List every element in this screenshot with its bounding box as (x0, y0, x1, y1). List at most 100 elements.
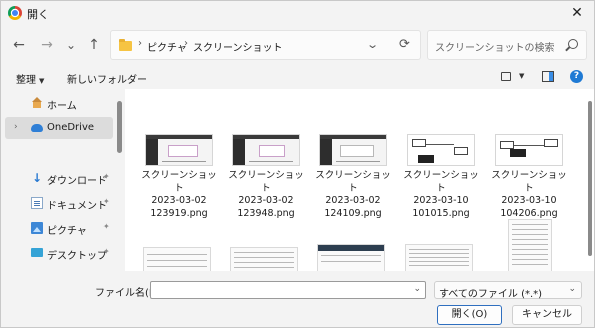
file-item[interactable]: スクリーンショット 2023-03-02 123948.png (226, 134, 306, 220)
file-name-line: スクリーンショット (403, 170, 479, 194)
file-name: スクリーンショット 2023-03-02 124109.png (313, 170, 393, 220)
file-item[interactable]: スクリーンショット 2023-03-10 101015.png (401, 134, 481, 220)
pictures-icon (31, 222, 43, 234)
back-button[interactable]: ← (10, 36, 28, 54)
file-name-line: スクリーンショット (228, 170, 304, 194)
file-thumbnail (407, 134, 475, 166)
dialog-footer: ファイル名(N): ⌄ すべてのファイル (*.*) ⌄ 開く(O) キャンセル (1, 271, 594, 327)
sidebar-item-label: OneDrive (47, 122, 95, 133)
sidebar-item-label: デスクトップ (47, 251, 107, 262)
sidebar-item-onedrive[interactable]: › OneDrive (5, 117, 113, 139)
command-bar: 整理 ▼ 新しいフォルダー ▼ ? (1, 65, 594, 89)
breadcrumb-pictures[interactable]: ピクチャ (147, 39, 187, 54)
pin-icon: ✦ (103, 197, 110, 206)
open-button[interactable]: 開く(O) (437, 305, 502, 325)
organize-button[interactable]: 整理 ▼ (16, 71, 44, 86)
close-button[interactable]: ✕ (568, 4, 586, 22)
file-thumbnail (145, 134, 213, 166)
sidebar-item-label: ダウンロード (47, 176, 107, 187)
file-name-line: 2023-03-02 (325, 195, 381, 206)
open-file-dialog: 開く ✕ ← → ⌄ ↑ › ピクチャ › スクリーンショット ⌄ ⟳ スクリー… (0, 0, 595, 328)
folder-icon (119, 39, 132, 51)
file-name-line: 2023-03-10 (413, 195, 469, 206)
file-thumbnail (319, 134, 387, 166)
sidebar-scrollbar[interactable] (117, 101, 122, 153)
documents-icon (31, 197, 43, 209)
breadcrumb-separator: › (184, 38, 188, 49)
cancel-button[interactable]: キャンセル (512, 305, 582, 325)
chevron-down-icon: ⌄ (568, 284, 576, 294)
pin-icon: ✦ (103, 247, 110, 256)
sidebar-item-downloads[interactable]: ↓ ダウンロード ✦ (5, 167, 113, 189)
search-input[interactable]: スクリーンショットの検索 (427, 30, 587, 60)
breadcrumb-separator: › (138, 38, 142, 49)
organize-label: 整理 (16, 75, 36, 86)
caret-down-icon: ▼ (39, 77, 45, 85)
file-name: スクリーンショット 2023-03-02 123948.png (226, 170, 306, 220)
file-thumbnail[interactable] (317, 244, 385, 271)
search-icon (568, 39, 578, 49)
caret-down-icon[interactable]: ▼ (519, 72, 524, 80)
search-placeholder: スクリーンショットの検索 (435, 43, 555, 54)
sidebar-item-label: ドキュメント (47, 201, 107, 212)
recent-locations-button[interactable]: ⌄ (62, 36, 80, 54)
chrome-icon (8, 6, 22, 20)
file-thumbnail (232, 134, 300, 166)
filetype-label: すべてのファイル (*.*) (439, 289, 543, 300)
file-name-line: 124109.png (324, 207, 382, 219)
onedrive-icon (31, 124, 43, 132)
view-options-icon[interactable] (501, 72, 511, 81)
pin-icon: ✦ (103, 172, 110, 181)
title-bar: 開く ✕ (1, 1, 594, 25)
pin-icon: ✦ (103, 222, 110, 231)
file-thumbnail[interactable] (405, 244, 473, 271)
file-name-line: 101015.png (412, 207, 470, 219)
forward-button[interactable]: → (38, 36, 56, 54)
sidebar-item-pictures[interactable]: ピクチャ ✦ (5, 217, 113, 239)
new-folder-button[interactable]: 新しいフォルダー (67, 71, 147, 86)
file-item[interactable]: スクリーンショット 2023-03-10 104206.png (489, 134, 569, 220)
file-name-line: スクリーンショット (491, 170, 567, 194)
sidebar-item-desktop[interactable]: デスクトップ ✦ (5, 242, 113, 264)
file-item[interactable]: スクリーンショット 2023-03-02 123919.png (139, 134, 219, 220)
file-thumbnail[interactable] (143, 247, 211, 271)
navigation-bar: ← → ⌄ ↑ › ピクチャ › スクリーンショット ⌄ ⟳ スクリーンショット… (1, 28, 594, 62)
file-item[interactable]: スクリーンショット 2023-03-02 124109.png (313, 134, 393, 220)
up-button[interactable]: ↑ (85, 36, 103, 54)
file-list-scrollbar[interactable] (588, 101, 592, 256)
desktop-icon (31, 248, 43, 257)
file-thumbnail (495, 134, 563, 166)
main-area: ホーム › OneDrive ↓ ダウンロード ✦ ドキュメント ✦ ピクチャ … (1, 89, 594, 271)
preview-pane-icon[interactable] (542, 71, 554, 82)
navigation-pane: ホーム › OneDrive ↓ ダウンロード ✦ ドキュメント ✦ ピクチャ … (1, 89, 125, 271)
sidebar-item-documents[interactable]: ドキュメント ✦ (5, 192, 113, 214)
window-title: 開く (27, 8, 49, 21)
sidebar-item-label: ピクチャ (47, 226, 87, 237)
file-name-line: スクリーンショット (141, 170, 217, 194)
sidebar-item-home[interactable]: ホーム (5, 92, 113, 114)
file-name: スクリーンショット 2023-03-10 104206.png (489, 170, 569, 220)
home-icon (31, 97, 43, 109)
file-name-line: 2023-03-02 (151, 195, 207, 206)
file-name-line: 2023-03-02 (238, 195, 294, 206)
filename-input[interactable]: ⌄ (150, 281, 426, 299)
breadcrumb-screenshots[interactable]: スクリーンショット (193, 39, 283, 54)
filetype-select[interactable]: すべてのファイル (*.*) ⌄ (434, 281, 582, 300)
file-thumbnail[interactable] (230, 247, 298, 271)
file-name: スクリーンショット 2023-03-10 101015.png (401, 170, 481, 220)
help-icon[interactable]: ? (570, 70, 583, 83)
file-name: スクリーンショット 2023-03-02 123919.png (139, 170, 219, 220)
chevron-down-icon[interactable]: ⌄ (366, 38, 379, 51)
address-bar[interactable]: › ピクチャ › スクリーンショット ⌄ ⟳ (110, 30, 421, 60)
file-name-line: スクリーンショット (315, 170, 391, 194)
refresh-icon[interactable]: ⟳ (399, 37, 410, 52)
file-name-line: 123948.png (237, 207, 295, 219)
chevron-right-icon[interactable]: › (14, 122, 18, 132)
file-name-line: 123919.png (150, 207, 208, 219)
chevron-down-icon[interactable]: ⌄ (413, 284, 421, 294)
file-list: スクリーンショット 2023-03-02 123919.png スクリーンショッ… (125, 89, 594, 271)
file-thumbnail[interactable] (508, 219, 552, 271)
file-name-line: 2023-03-10 (501, 195, 557, 206)
sidebar-item-label: ホーム (47, 101, 77, 112)
download-icon: ↓ (31, 171, 43, 185)
